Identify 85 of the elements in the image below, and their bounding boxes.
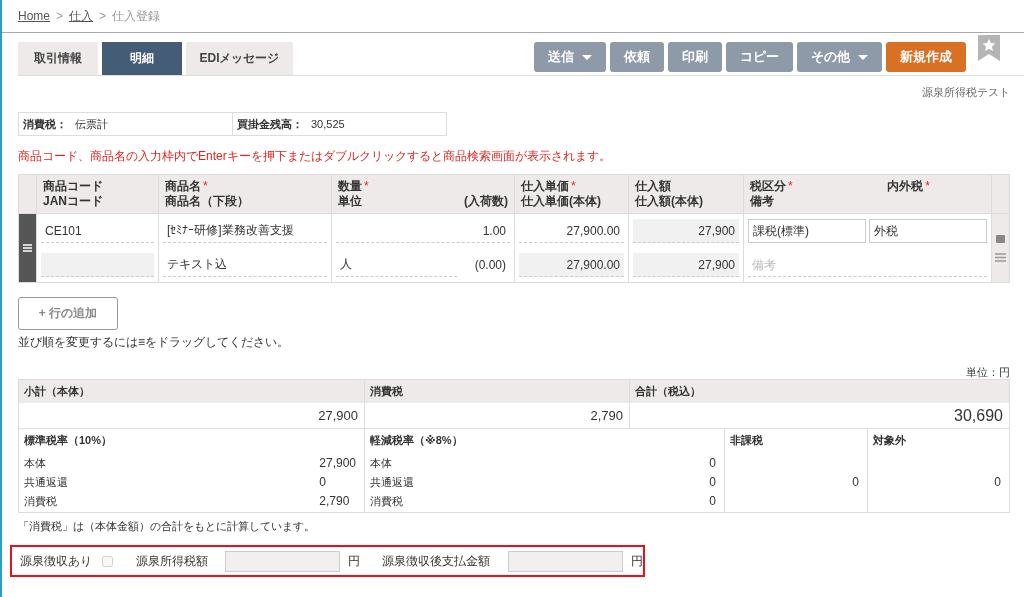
select-field[interactable]: 課税(標準) [748, 219, 866, 243]
breadcrumb-link[interactable]: Home [18, 9, 50, 23]
breakdown-value: 0 [852, 475, 859, 489]
breakdown-value: 0 [709, 474, 716, 491]
breakdown-header: 非課税 [724, 429, 867, 452]
info-value: 伝票計 [75, 116, 108, 132]
breakdown-label: 共通返還 [370, 475, 415, 490]
breakdown-label: 本体 [24, 456, 47, 471]
breakdown-label: 消費税 [370, 494, 404, 509]
breadcrumb-separator: > [56, 9, 64, 23]
readonly-field[interactable] [41, 253, 154, 277]
required-mark: * [364, 179, 369, 193]
column-header: 数量 [338, 179, 362, 193]
text-field[interactable]: CE101 [41, 219, 154, 243]
number-field[interactable]: 1.00 [336, 219, 510, 243]
field-label: 源泉徴収後支払金額 [382, 552, 491, 570]
column-header: 仕入単価 [521, 179, 569, 193]
column-header: 備考 [750, 194, 774, 208]
breakdown-label: 共通返還 [24, 475, 69, 490]
breakdown-value: 0 [709, 455, 716, 472]
comment-icon[interactable] [996, 234, 1005, 243]
column-header: 単位 [338, 194, 362, 208]
tax-note: 「消費税」は（本体金額）の合計をもとに計算しています。 [18, 519, 316, 533]
readonly-field[interactable]: 27,900.00 [519, 253, 624, 277]
info-label: 買掛金残高： [237, 116, 303, 132]
required-mark: * [571, 179, 576, 193]
company-name: 源泉所得税テスト [921, 85, 1011, 100]
breakdown-header: 標準税率（10%） [23, 433, 114, 448]
breadcrumb-link[interactable]: 仕入 [69, 7, 94, 25]
totals-header: 小計（本体） [19, 380, 364, 403]
notice-text: 商品コード、商品名の入力枠内でEnterキーを押下またはダブルクリックすると商品検索画面が表示されます。 [18, 148, 612, 164]
breakdown-value: 0 [994, 475, 1001, 489]
unit-label: 単位：円 [965, 365, 1011, 379]
column-header: 商品名 [165, 179, 201, 193]
column-header: 仕入額 [635, 179, 671, 193]
tab[interactable]: 取引情報 [18, 42, 98, 75]
totals-header: 合計（税込） [629, 380, 1009, 403]
bookmark-star-icon[interactable] [978, 35, 1000, 61]
tab[interactable]: 明細 [102, 42, 182, 75]
required-mark: * [788, 179, 793, 193]
totals-value: 27,900 [19, 403, 364, 428]
number-field[interactable]: 27,900.00 [519, 219, 624, 243]
column-header: 商品コード [43, 179, 103, 193]
column-header: 税区分 [750, 179, 786, 193]
breakdown-label: 消費税 [24, 494, 58, 509]
required-mark: * [925, 179, 930, 193]
totals-header: 消費税 [364, 380, 629, 403]
field-label: 源泉所得税額 [135, 552, 208, 570]
list-icon[interactable] [995, 252, 1006, 262]
select-field[interactable]: 外税 [869, 219, 987, 243]
column-header: (入荷数) [464, 194, 508, 208]
tab[interactable]: EDIメッセージ [186, 42, 293, 75]
drag-handle-icon[interactable] [23, 244, 32, 252]
column-header: 仕入単価(本体) [521, 194, 601, 208]
breakdown-header: 軽減税率（※8%） [364, 429, 724, 452]
breakdown-value: 27,900 [319, 455, 356, 472]
readonly-field[interactable]: 27,900 [633, 219, 739, 243]
info-value: 30,525 [311, 118, 345, 130]
totals-value: 30,690 [629, 403, 1009, 428]
column-header: 商品名（下段） [165, 194, 249, 208]
text-field[interactable]: 備考 [748, 253, 987, 277]
info-label: 消費税： [23, 116, 67, 132]
currency-unit: 円 [348, 552, 361, 570]
breadcrumb-current: 仕入登録 [112, 7, 161, 25]
breadcrumb-separator: > [99, 9, 107, 23]
drag-handle[interactable] [19, 214, 36, 282]
currency-unit: 円 [630, 552, 643, 570]
column-header: 内外税 [887, 179, 924, 193]
column-header: 仕入額(本体) [635, 194, 703, 208]
text-field[interactable]: テキスト込 [163, 253, 327, 277]
readonly-field[interactable]: 27,900 [633, 253, 739, 277]
drag-hint-text: 並び順を変更するには≡をドラッグしてください。 [18, 334, 290, 349]
breakdown-value: 0 [709, 493, 716, 510]
breakdown-label: 本体 [370, 456, 393, 471]
text-field[interactable]: 人 [336, 253, 457, 277]
text-field[interactable]: [ｾﾐﾅｰ研修]業務改善支援 [163, 219, 327, 243]
required-mark: * [203, 179, 208, 193]
breakdown-value: 2,790 [319, 493, 351, 510]
breakdown-header: 対象外 [867, 429, 1009, 452]
add-row-button[interactable]: + 行の追加 [18, 297, 118, 330]
totals-value: 2,790 [364, 403, 629, 428]
checkbox-label: 源泉徴収あり [20, 552, 92, 570]
breakdown-value: 0 [319, 474, 327, 491]
column-header: JANコード [43, 194, 103, 208]
number-field[interactable]: (0.00) [460, 253, 510, 277]
